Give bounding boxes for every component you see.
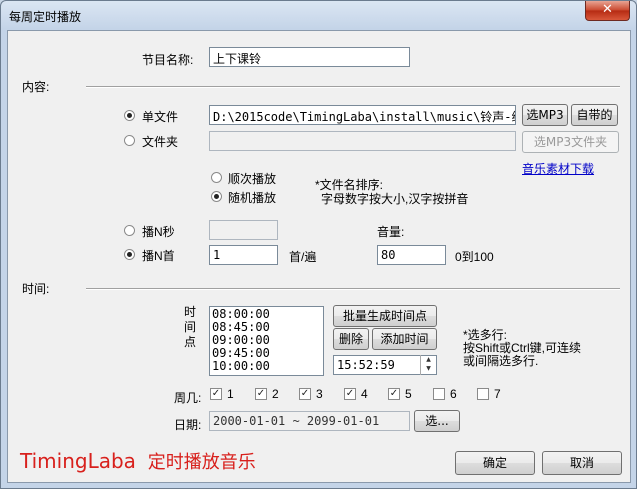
choose-folder-button[interactable]: 选MP3文件夹 [522, 131, 619, 153]
program-name-label: 节目名称: [142, 53, 194, 67]
play-count-label: 播N首 [142, 249, 175, 263]
brand-banner: TimingLaba 定时播放音乐 [20, 448, 256, 474]
random-play-radio[interactable] [211, 191, 222, 202]
volume-range-label: 0到100 [455, 250, 494, 264]
folder-label: 文件夹 [142, 135, 179, 149]
count-unit-label: 首/遍 [289, 250, 317, 264]
sort-note-line2: 字母数字按大小,汉字按拼音 [321, 192, 469, 206]
time-section-label: 时间: [22, 282, 50, 296]
builtin-sound-button[interactable]: 自带的 [571, 104, 618, 126]
weekday-label-2: 2 [272, 387, 279, 401]
weekday-checkbox-2[interactable]: ✓ [255, 388, 267, 400]
count-input[interactable]: 1 [209, 245, 278, 265]
single-file-label: 单文件 [142, 110, 179, 124]
close-icon: ✕ [602, 2, 613, 17]
program-name-input[interactable]: 上下课铃 [209, 47, 410, 67]
order-play-radio[interactable] [211, 172, 222, 183]
play-seconds-radio[interactable] [124, 225, 135, 236]
weekday-checkbox-4[interactable]: ✓ [344, 388, 356, 400]
time-separator [86, 288, 620, 290]
check-icon: ✓ [300, 388, 310, 399]
weekday-label-4: 4 [361, 387, 368, 401]
date-label: 日期: [174, 418, 202, 432]
weekday-checkbox-6[interactable] [433, 388, 445, 400]
time-points-label: 时间点 [183, 305, 196, 349]
random-play-label: 随机播放 [228, 191, 277, 205]
music-download-link[interactable]: 音乐素材下载 [522, 160, 594, 177]
weekday-checkbox-3[interactable]: ✓ [299, 388, 311, 400]
content-separator [86, 86, 620, 88]
title-bar[interactable]: 每周定时播放 ✕ [1, 1, 636, 29]
window-title: 每周定时播放 [9, 10, 82, 24]
time-points-list[interactable]: 08:00:00 08:45:00 09:00:00 09:45:00 10:0… [209, 306, 324, 376]
folder-path-input[interactable] [209, 131, 516, 151]
brand-cn: 定时播放音乐 [147, 452, 256, 473]
volume-label: 音量: [377, 225, 405, 239]
weekday-checkbox-1[interactable]: ✓ [210, 388, 222, 400]
play-count-radio[interactable] [124, 249, 135, 260]
ok-button[interactable]: 确定 [455, 451, 535, 475]
add-time-button[interactable]: 添加时间 [372, 328, 437, 350]
check-icon: ✓ [345, 388, 355, 399]
dialog-window: 每周定时播放 ✕ 节目名称: 上下课铃 内容: 单文件 D:\2015code\… [0, 0, 637, 489]
seconds-input[interactable] [209, 220, 278, 240]
delete-time-button[interactable]: 删除 [333, 328, 369, 350]
volume-input[interactable]: 80 [377, 245, 446, 265]
spin-down-icon[interactable]: ▼ [421, 364, 436, 373]
weekday-label-6: 6 [450, 387, 457, 401]
file-path-input[interactable]: D:\2015code\TimingLaba\install\music\铃声-… [209, 105, 516, 125]
content-section-label: 内容: [22, 80, 50, 94]
single-file-radio[interactable] [124, 110, 135, 121]
time-spinner[interactable]: ▲ ▼ [420, 355, 436, 375]
play-seconds-label: 播N秒 [142, 225, 175, 239]
spin-up-icon[interactable]: ▲ [421, 355, 436, 364]
check-icon: ✓ [256, 388, 266, 399]
brand-latin: TimingLaba [20, 449, 136, 473]
date-range-input[interactable]: 2000-01-01 ~ 2099-01-01 [209, 411, 410, 431]
weekday-label-7: 7 [494, 387, 501, 401]
cancel-button[interactable]: 取消 [542, 451, 622, 475]
weekday-label-5: 5 [405, 387, 412, 401]
date-pick-button[interactable]: 选... [414, 410, 460, 432]
choose-mp3-button[interactable]: 选MP3 [522, 104, 568, 126]
check-icon: ✓ [389, 388, 399, 399]
folder-radio[interactable] [124, 135, 135, 146]
time-value: 15:52:59 [337, 358, 395, 372]
weekday-label-3: 3 [316, 387, 323, 401]
check-icon: ✓ [211, 388, 221, 399]
weekday-label-1: 1 [227, 387, 234, 401]
weekday-checkbox-5[interactable]: ✓ [388, 388, 400, 400]
multi-select-note-line3: 或间隔选多行. [463, 354, 539, 368]
weekday-label: 周几: [174, 391, 202, 405]
weekday-checkbox-7[interactable] [477, 388, 489, 400]
order-play-label: 顺次播放 [228, 172, 277, 186]
batch-generate-button[interactable]: 批量生成时间点 [333, 305, 437, 327]
time-point-item[interactable]: 10:00:00 [212, 360, 321, 373]
dialog-client: 节目名称: 上下课铃 内容: 单文件 D:\2015code\TimingLab… [7, 30, 631, 483]
close-button[interactable]: ✕ [585, 1, 630, 21]
